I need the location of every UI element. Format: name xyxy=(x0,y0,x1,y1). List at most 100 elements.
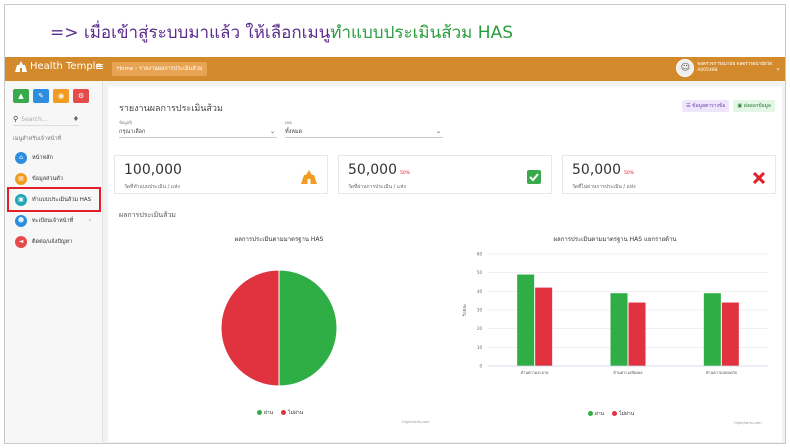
stat-card-passed: 50,000 50% วัดที่ผ่านการประเมิน / แห่ง xyxy=(338,155,552,194)
y-axis-label: ร้อยละ xyxy=(462,304,468,317)
bar-fail[interactable] xyxy=(535,287,553,366)
sidebar-item-home[interactable]: ⌂ หน้าหลัก xyxy=(9,147,99,168)
chart-credit: Highcharts.com xyxy=(402,420,430,424)
bar-pass[interactable] xyxy=(610,293,628,366)
legend-item-pass[interactable]: ผ่าน xyxy=(588,410,604,418)
pie-slice-fail[interactable] xyxy=(220,269,280,387)
main-content: รายงานผลการประเมินส้วม ☰ ข้อมูลตารางข้อ … xyxy=(103,81,785,443)
chevron-down-icon: ⌄ xyxy=(269,128,275,135)
sidebar-section-title: เมนูสำหรับเจ้าหน้าที่ xyxy=(13,136,62,142)
bar-chart-card: ผลการประเมินตามมาตรฐาน HAS แยกรายด้าน 01… xyxy=(452,224,778,440)
microphone-icon[interactable]: ♦ xyxy=(73,115,79,123)
sidebar-item-contact[interactable]: ◄ ติดต่อ/แจ้งปัญหา xyxy=(9,231,99,252)
legend-dot xyxy=(612,411,618,416)
search-icon: ⚲ xyxy=(13,115,19,123)
y-tick-label: 60 xyxy=(477,252,483,257)
y-tick-label: 50 xyxy=(477,270,483,275)
sidebar-nav: ⌂ หน้าหลัก ▤ ข้อมูลส่วนตัว ▣ ทำแบบประเมิ… xyxy=(7,147,101,252)
megaphone-icon: ◄ xyxy=(15,235,27,248)
legend-label: ไม่ผ่าน xyxy=(619,411,635,417)
legend-item-pass[interactable]: ผ่าน xyxy=(257,409,273,417)
stat-percent: 50% xyxy=(624,171,635,176)
pie-chart xyxy=(220,269,338,387)
filter-zone-value: ทั้งหมด xyxy=(285,129,303,135)
stat-percent: 50% xyxy=(400,171,411,176)
eye-icon[interactable]: ◉ xyxy=(53,89,69,103)
sidebar-quick-tiles: ▲ ✎ ◉ ⚙ xyxy=(13,89,89,103)
legend-label: ไม่ผ่าน xyxy=(288,410,304,416)
bar-pass[interactable] xyxy=(517,274,535,366)
user-info: พลตรวจการอนามัย พลตรวจอนามัยวัด A005488 xyxy=(697,62,772,74)
stat-number: 100,000 xyxy=(124,162,182,178)
chart-icon[interactable]: ▲ xyxy=(13,89,29,103)
search-input[interactable]: ⚲ Search... ♦ xyxy=(13,113,79,126)
export-button[interactable]: ▣ ส่งออกข้อมูล xyxy=(733,100,775,112)
users-icon: ☻ xyxy=(15,214,27,227)
temple-logo-icon xyxy=(15,61,27,72)
export-label: ส่งออกข้อมูล xyxy=(743,103,771,109)
sidebar-item-profile[interactable]: ▤ ข้อมูลส่วนตัว xyxy=(9,168,99,189)
instruction-prefix: => เมื่อเข้าสู่ระบบมาแล้ว ให้เลือกเมนู xyxy=(50,23,331,43)
brand[interactable]: Health Temple xyxy=(15,61,102,72)
stat-number: 50,000 xyxy=(348,162,397,178)
y-tick-label: 40 xyxy=(477,289,483,294)
instruction-text: => เมื่อเข้าสู่ระบบมาแล้ว ให้เลือกเมนูทำ… xyxy=(50,19,513,46)
legend-item-fail[interactable]: ไม่ผ่าน xyxy=(612,410,634,418)
settings-icon[interactable]: ⚙ xyxy=(73,89,89,103)
stat-value: 50,000 50% xyxy=(572,162,634,178)
instruction-highlight: ทำแบบประเมินส้วม HAS xyxy=(330,23,513,43)
bar-legend: ผ่าน ไม่ผ่าน xyxy=(588,410,634,418)
report-panel: รายงานผลการประเมินส้วม ☰ ข้อมูลตารางข้อ … xyxy=(108,86,782,442)
stat-label: วัดที่ไม่ผ่านการประเมิน / แห่ง xyxy=(572,184,636,190)
temple-icon xyxy=(301,169,317,188)
bar-fail[interactable] xyxy=(628,302,646,366)
legend-dot xyxy=(257,410,262,415)
home-icon: ⌂ xyxy=(15,151,27,164)
search-placeholder: Search... xyxy=(21,115,48,123)
user-menu[interactable]: ☺ พลตรวจการอนามัย พลตรวจอนามัยวัด A00548… xyxy=(676,59,781,77)
legend-label: ผ่าน xyxy=(595,411,605,417)
pie-chart-card: ผลการประเมินตามมาตรฐาน HAS ผ่าน ไม่ผ่าน … xyxy=(114,224,444,440)
breadcrumb[interactable]: Home › รายงานผลการประเมินส้วม xyxy=(112,62,208,76)
sidebar-item-has-assessment[interactable]: ▣ ทำแบบประเมินส้วม HAS xyxy=(7,187,101,212)
bar-fail[interactable] xyxy=(721,302,739,366)
legend-label: ผ่าน xyxy=(264,410,274,416)
filter-year-label: ข้อมูลปี xyxy=(119,120,132,125)
clipboard-icon: ▣ xyxy=(15,193,27,206)
pie-slice-pass[interactable] xyxy=(278,269,338,387)
sidebar-item-label: ทำแบบประเมินส้วม HAS xyxy=(32,196,92,203)
brand-name: Health Temple xyxy=(30,61,102,72)
x-icon xyxy=(752,169,766,188)
stat-card-failed: 50,000 50% วัดที่ไม่ผ่านการประเมิน / แห่ง xyxy=(562,155,776,194)
data-table-button[interactable]: ☰ ข้อมูลตารางข้อ xyxy=(682,100,730,112)
filter-zone-select[interactable]: ทั้งหมด ⌄ xyxy=(285,126,443,138)
x-tick-label: ด้านความเพียงพอ xyxy=(613,370,642,375)
top-bar: Health Temple ≡ Home › รายงานผลการประเมิ… xyxy=(5,57,785,81)
data-table-label: ข้อมูลตารางข้อ xyxy=(692,103,726,109)
stat-label: วัดที่ทำแบบประเมิน / แห่ง xyxy=(124,184,180,190)
legend-item-fail[interactable]: ไม่ผ่าน xyxy=(281,409,303,417)
user-id: A005488 xyxy=(697,68,718,73)
avatar[interactable]: ☺ xyxy=(676,59,695,77)
filter-zone-label: เขต xyxy=(285,120,292,125)
chevron-left-icon: ‹ xyxy=(88,217,91,224)
chevron-down-icon: ⌄ xyxy=(435,128,441,135)
filter-year-select[interactable]: กรุณาเลือก ⌄ xyxy=(119,126,277,138)
section-title: ผลการประเมินส้วม xyxy=(119,211,176,219)
bar-pass[interactable] xyxy=(703,293,721,366)
sidebar-item-staff-registry[interactable]: ☻ ทะเบียนเจ้าหน้าที่ ‹ xyxy=(9,210,99,231)
y-tick-label: 10 xyxy=(477,345,483,350)
pie-legend: ผ่าน ไม่ผ่าน xyxy=(257,409,303,417)
stat-value: 100,000 xyxy=(124,162,182,178)
hamburger-icon[interactable]: ≡ xyxy=(95,60,104,73)
user-card-icon: ▤ xyxy=(15,172,27,185)
legend-dot xyxy=(281,410,287,415)
sidebar-item-label: ข้อมูลส่วนตัว xyxy=(32,175,63,182)
sidebar-item-label: ติดต่อ/แจ้งปัญหา xyxy=(32,238,73,245)
chevron-down-icon[interactable]: ⌄ xyxy=(775,64,781,72)
header-buttons: ☰ ข้อมูลตารางข้อ ▣ ส่งออกข้อมูล xyxy=(682,100,775,112)
stat-number: 50,000 xyxy=(572,162,621,178)
y-tick-label: 0 xyxy=(479,364,482,369)
page-title: รายงานผลการประเมินส้วม xyxy=(119,104,223,114)
edit-icon[interactable]: ✎ xyxy=(33,89,49,103)
